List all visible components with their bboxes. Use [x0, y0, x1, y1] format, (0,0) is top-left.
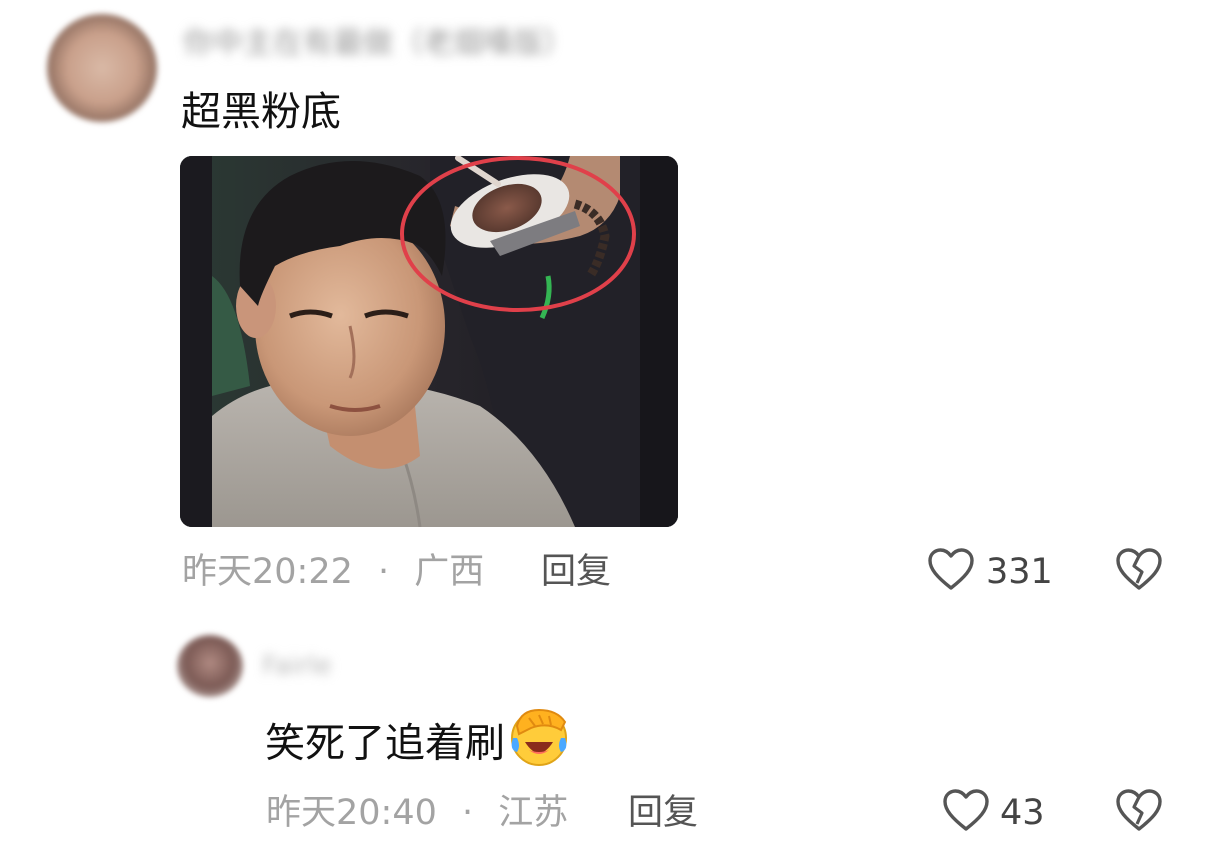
- like-count: 43: [1000, 793, 1045, 833]
- username[interactable]: Fairle: [262, 648, 362, 684]
- meta-separator: ·: [378, 552, 390, 592]
- reply-button[interactable]: 回复: [628, 791, 698, 835]
- like-count: 331: [986, 552, 1053, 592]
- comment-text: 笑死了追着刷: [265, 708, 571, 781]
- broken-heart-icon[interactable]: [1115, 547, 1163, 593]
- comment-text: 超黑粉底: [181, 89, 341, 135]
- meta-separator: ·: [462, 793, 474, 833]
- comment-time: 昨天20:40: [266, 793, 437, 833]
- comment-text-body: 笑死了追着刷: [265, 720, 505, 767]
- avatar[interactable]: [177, 635, 243, 697]
- comment-image-drawing: [180, 156, 678, 527]
- comment-location: 广西: [414, 552, 485, 592]
- reply-button[interactable]: 回复: [541, 550, 611, 594]
- avatar[interactable]: [47, 14, 157, 122]
- comment-time: 昨天20:22: [182, 552, 353, 592]
- comment-location: 江苏: [498, 793, 569, 833]
- facepalm-laughing-emoji: [507, 704, 571, 781]
- comment-image[interactable]: [180, 156, 678, 527]
- heart-outline-icon[interactable]: [927, 547, 975, 593]
- comment-meta: 昨天20:40 · 江苏: [266, 791, 568, 835]
- username[interactable]: 你中主在有最做（老烟嗓版）: [183, 24, 663, 64]
- broken-heart-icon[interactable]: [1115, 788, 1163, 834]
- comment-meta: 昨天20:22 · 广西: [182, 550, 484, 594]
- heart-outline-icon[interactable]: [942, 788, 990, 834]
